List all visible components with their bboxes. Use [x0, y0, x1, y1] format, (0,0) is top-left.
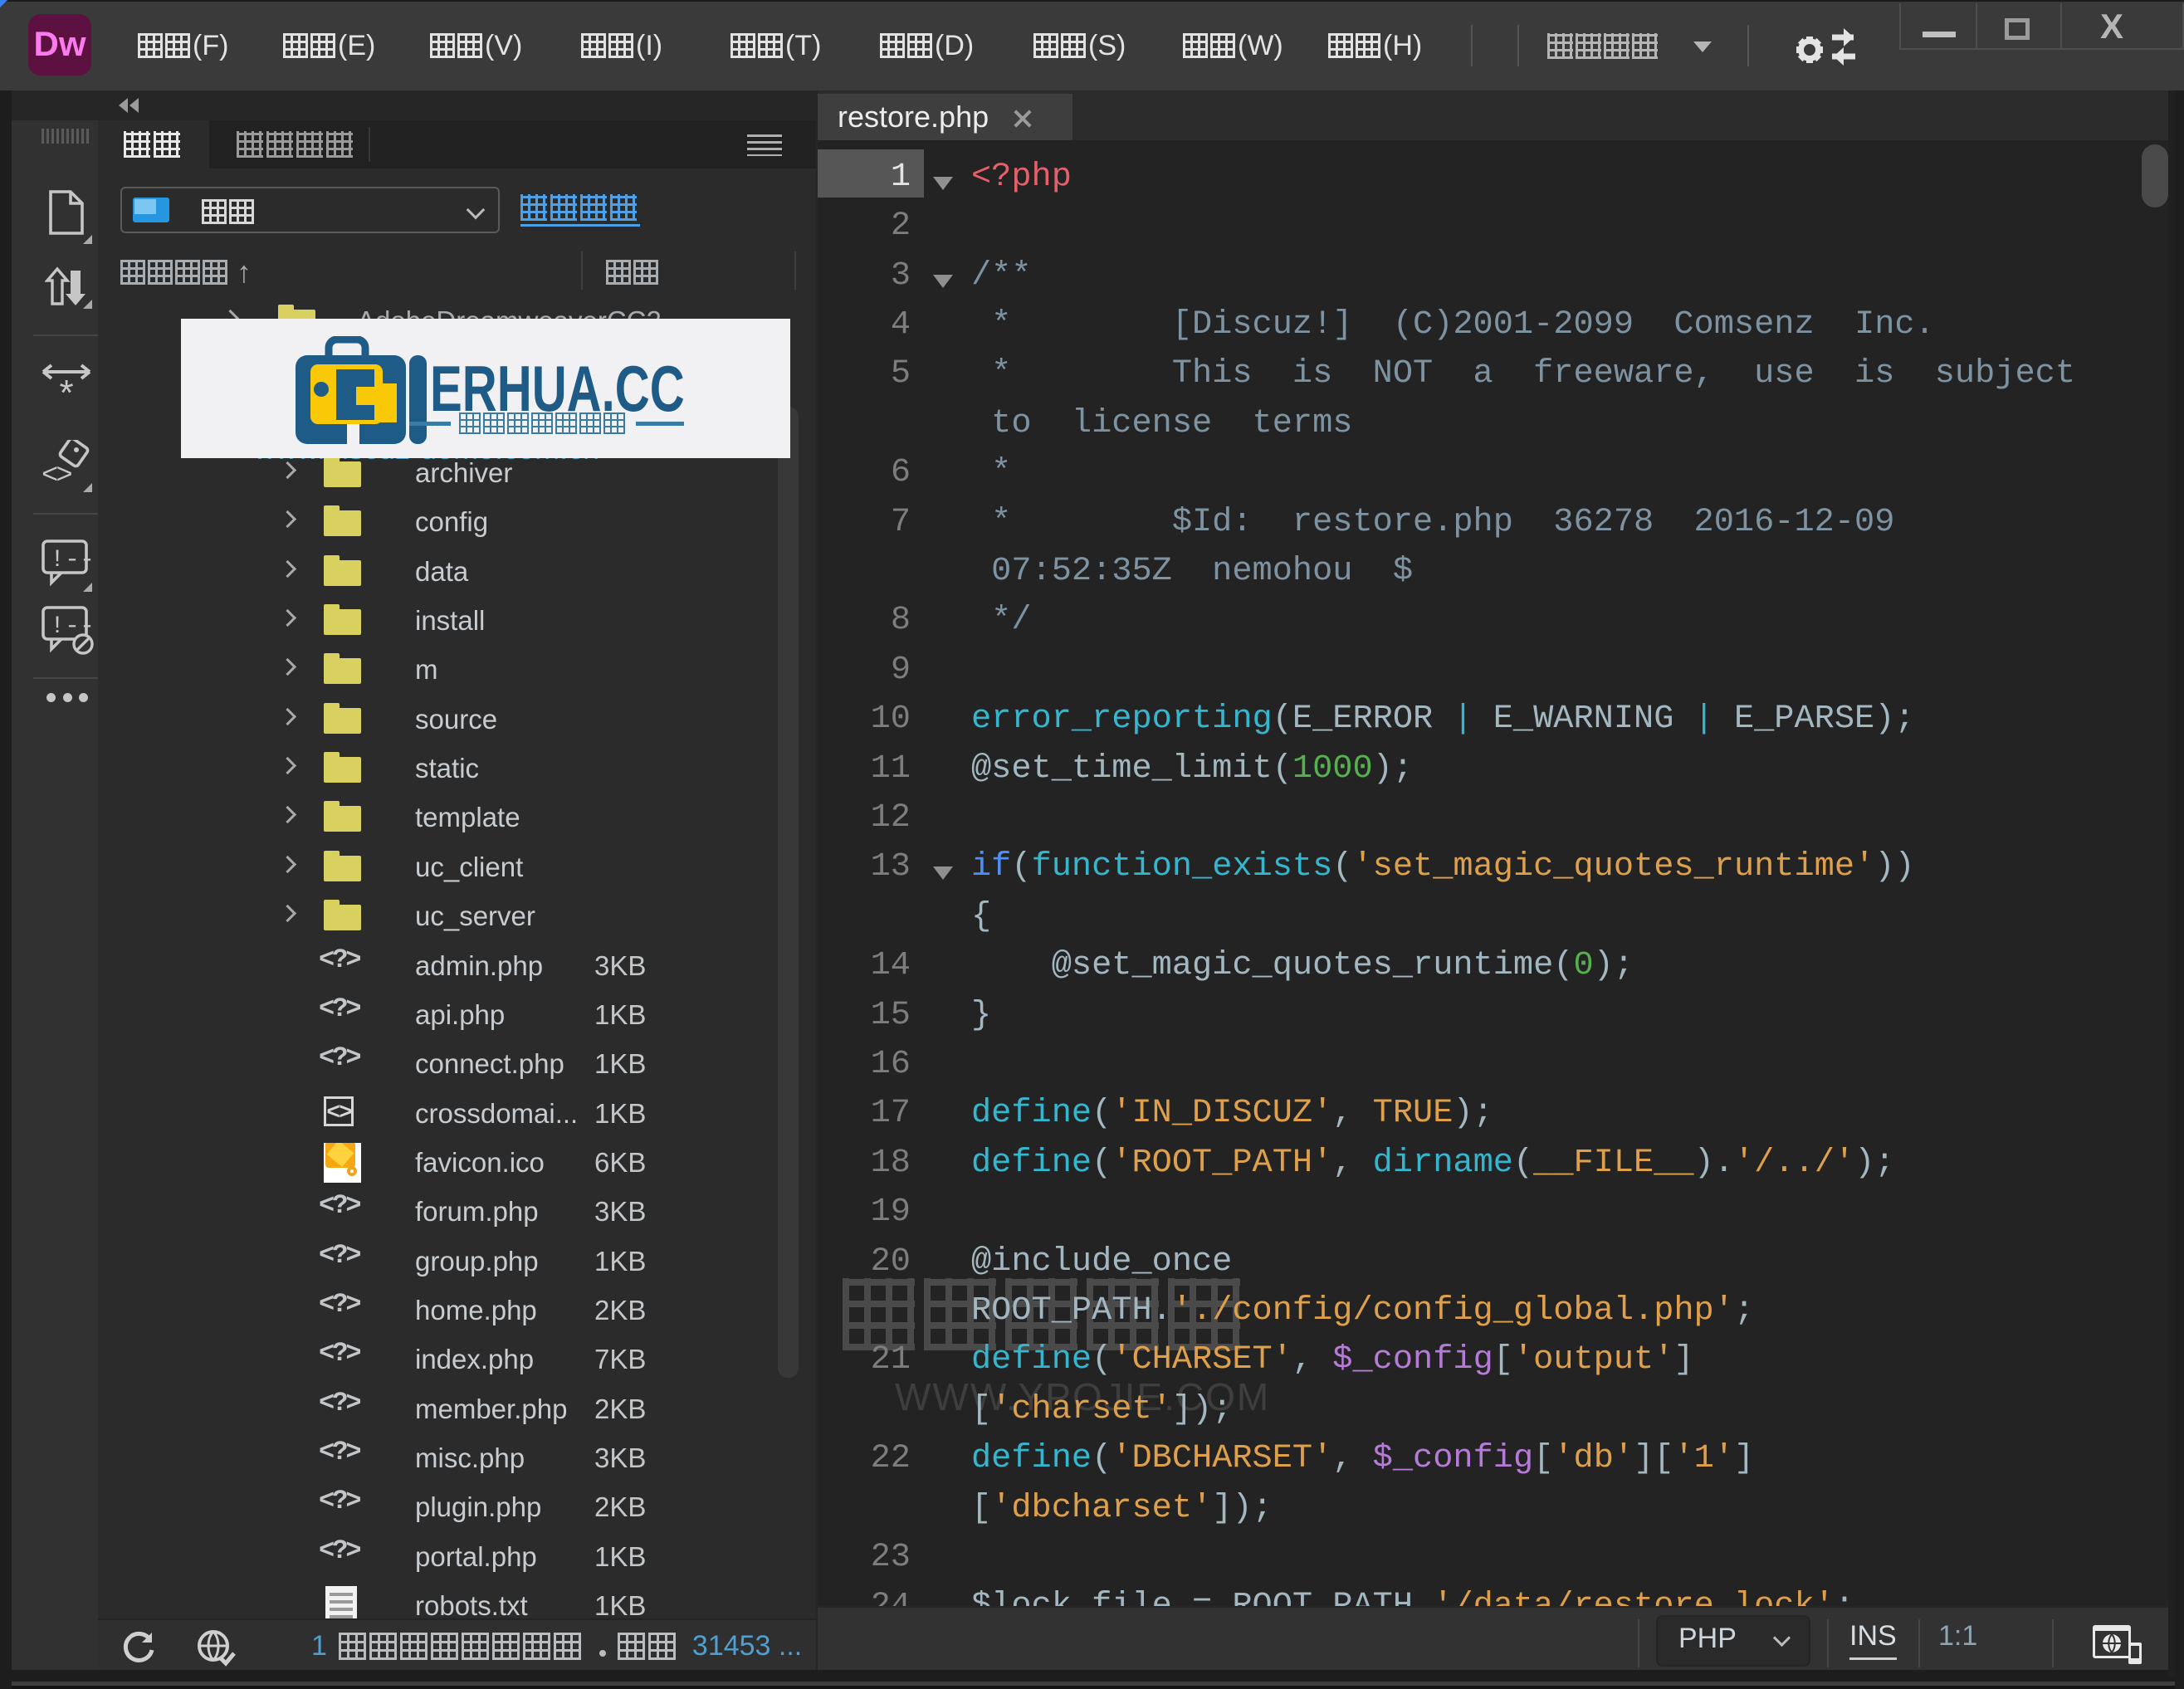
svg-text:<>: <> — [42, 461, 71, 490]
svg-text:*: * — [59, 373, 73, 410]
svg-text:!--: !-- — [50, 546, 91, 574]
